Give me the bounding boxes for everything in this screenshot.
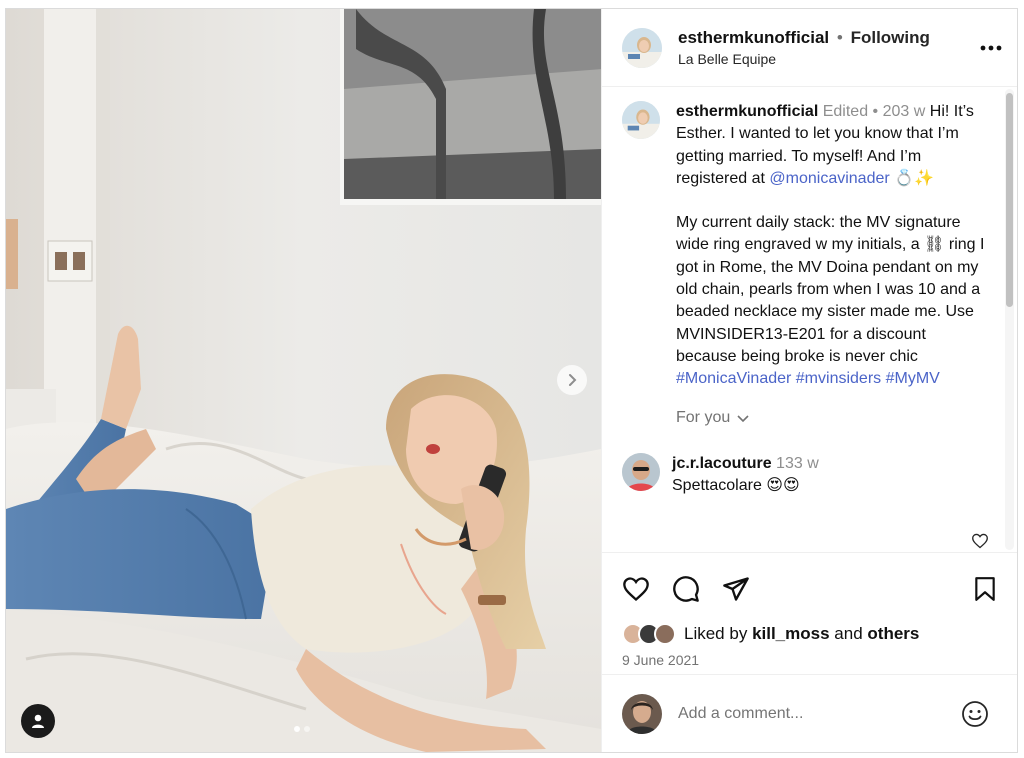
caption-details: My current daily stack: the MV signature…	[676, 214, 985, 365]
carousel-indicator	[294, 726, 310, 732]
author-avatar[interactable]	[622, 27, 662, 68]
tagged-users-button[interactable]	[21, 704, 55, 738]
caption-bullet: •	[872, 103, 879, 120]
hashtag-links[interactable]: #MonicaVinader #mvinsiders #MyMV	[676, 368, 990, 390]
liker-avatars	[622, 623, 676, 645]
post-header: esthermkunofficial • Following La Belle …	[602, 9, 1017, 87]
photo-scene	[6, 9, 601, 752]
person-icon	[32, 714, 44, 728]
heart-icon	[972, 533, 988, 549]
comment-like-button[interactable]	[971, 533, 989, 552]
emoji-picker-button[interactable]	[961, 700, 989, 728]
liked-connector: and	[834, 624, 863, 643]
carousel-dot-active	[294, 726, 300, 732]
comment-body: jc.r.lacouture 133 w Spettacolare 😍😍	[672, 453, 991, 497]
liker-avatar[interactable]	[654, 623, 676, 645]
post-header-text: esthermkunofficial • Following La Belle …	[678, 28, 979, 67]
header-line: esthermkunofficial • Following	[678, 28, 979, 48]
post-side-panel: esthermkunofficial • Following La Belle …	[601, 9, 1017, 752]
comment-age[interactable]: 133 w	[776, 455, 819, 472]
avatar-image	[622, 452, 660, 491]
separator-dot: •	[836, 28, 843, 47]
caption-edited: Edited	[822, 103, 869, 120]
commenter-avatar[interactable]	[622, 452, 660, 491]
likes-summary: Liked by kill_moss and others	[602, 609, 1017, 645]
liker-username[interactable]: kill_moss	[752, 624, 830, 644]
post-photo[interactable]	[6, 9, 601, 752]
carousel-dot	[304, 726, 310, 732]
post-date[interactable]: 9 June 2021	[602, 645, 1017, 668]
comments-section[interactable]: esthermkunofficial Edited • 203 w Hi! It…	[602, 87, 1017, 552]
mention-emoji: 💍✨	[894, 169, 934, 187]
add-comment-input[interactable]	[678, 704, 961, 723]
for-you-toggle[interactable]: For you	[676, 409, 991, 427]
comment-bubble-icon	[673, 576, 699, 602]
caption-username[interactable]: esthermkunofficial	[676, 103, 818, 120]
comments-scrollbar[interactable]	[1005, 89, 1014, 550]
comment-text: Spettacolare 😍😍	[672, 476, 800, 494]
caption-author-avatar[interactable]	[622, 101, 660, 139]
avatar-image	[622, 101, 660, 139]
caption: esthermkunofficial Edited • 203 w Hi! It…	[622, 101, 991, 391]
commenter-username[interactable]: jc.r.lacouture	[672, 455, 772, 472]
avatar-image	[622, 27, 662, 68]
add-comment-bar	[602, 674, 1017, 752]
caption-age[interactable]: 203 w	[883, 103, 926, 120]
bookmark-icon	[975, 577, 995, 601]
action-bar	[602, 553, 1017, 609]
avatar-image	[622, 693, 662, 734]
scrollbar-thumb[interactable]	[1006, 93, 1013, 307]
save-button[interactable]	[973, 576, 997, 602]
mention-link[interactable]: @monicavinader	[769, 170, 889, 187]
share-button[interactable]	[722, 576, 750, 602]
comment-button[interactable]	[672, 575, 700, 603]
post-actions: Liked by kill_moss and others 9 June 202…	[602, 552, 1017, 752]
post-location[interactable]: La Belle Equipe	[678, 51, 979, 67]
next-image-button[interactable]	[557, 365, 587, 395]
viewer-avatar	[622, 693, 662, 734]
heart-icon	[623, 577, 649, 602]
post-dialog: esthermkunofficial • Following La Belle …	[5, 8, 1018, 753]
likes-others-link[interactable]: others	[867, 624, 919, 644]
more-dots-icon	[980, 45, 1002, 50]
paper-plane-icon	[723, 577, 749, 601]
liked-by-label: Liked by	[684, 624, 748, 643]
more-options-button[interactable]	[979, 36, 1003, 60]
author-username[interactable]: esthermkunofficial	[678, 28, 829, 47]
chevron-down-icon	[737, 414, 749, 422]
smiley-icon	[962, 700, 988, 727]
for-you-label: For you	[676, 408, 731, 426]
comment-item: jc.r.lacouture 133 w Spettacolare 😍😍	[622, 452, 991, 497]
caption-text: esthermkunofficial Edited • 203 w Hi! It…	[676, 101, 990, 391]
like-button[interactable]	[622, 576, 650, 602]
following-button[interactable]: Following	[851, 28, 930, 47]
chevron-right-icon	[569, 374, 577, 386]
